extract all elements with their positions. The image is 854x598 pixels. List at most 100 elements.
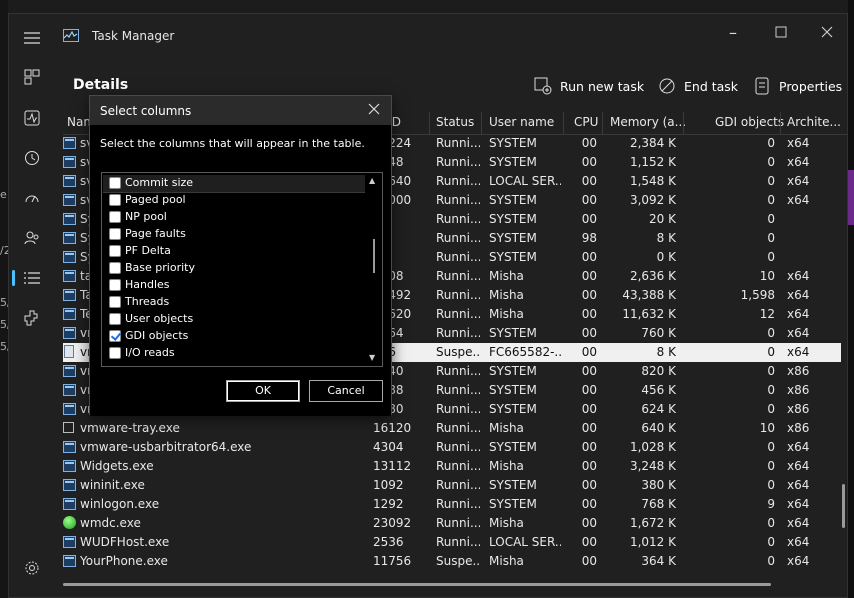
cell-memory: 1,548 K [629, 174, 676, 188]
column-option-checkbox[interactable] [109, 330, 121, 342]
cell-user-name: SYSTEM [489, 497, 537, 511]
cell-status: Runni... [436, 193, 480, 207]
columns-list-scrollbar[interactable]: ▲ ▼ [365, 173, 382, 366]
nav-app-history[interactable] [15, 143, 49, 173]
column-option-checkbox[interactable] [109, 211, 121, 223]
dialog-body: Select the columns that will appear in t… [90, 125, 391, 416]
column-option[interactable]: I/O reads [103, 345, 365, 362]
column-option[interactable]: Threads [103, 294, 365, 311]
cell-user-name: SYSTEM [489, 326, 537, 340]
nav-processes[interactable] [15, 62, 49, 92]
cancel-button[interactable]: Cancel [308, 379, 384, 403]
cell-memory: 2,636 K [629, 269, 676, 283]
column-option[interactable]: Handles [103, 277, 365, 294]
table-row[interactable]: WUDFHost.exe 2536 Runni... LOCAL SER... 00 1,… [63, 533, 841, 552]
process-icon [63, 479, 76, 491]
cell-status: Runni... [436, 421, 480, 435]
table-row[interactable]: winlogon.exe 1292 Runni... SYSTEM 00 768 K 9 x6… [63, 495, 841, 514]
column-option-checkbox[interactable] [109, 228, 121, 240]
cell-user-name: Misha [489, 307, 524, 321]
cell-cpu: 00 [581, 402, 597, 416]
document-icon [64, 345, 74, 358]
cell-user-name: Misha [489, 516, 524, 530]
cell-status: Suspe... [436, 554, 480, 568]
properties-button[interactable]: Properties [753, 74, 842, 98]
cell-gdi-objects: 0 [767, 478, 775, 492]
scroll-down-arrow-icon[interactable]: ▼ [369, 353, 375, 362]
nav-startup-apps[interactable] [15, 183, 49, 213]
end-task-label: End task [684, 78, 739, 94]
columns-list[interactable]: Commit size Paged pool NP pool Page faults P… [101, 172, 383, 367]
table-row[interactable]: Widgets.exe 13112 Runni... Misha 00 3,248 K 0x… [63, 457, 841, 476]
nav-services[interactable] [15, 303, 49, 333]
column-header-gdi-objects[interactable]: GDI objects [715, 115, 784, 129]
cell-memory: 380 K [641, 478, 676, 492]
column-header-memory[interactable]: Memory (a... [610, 115, 686, 129]
column-header-status[interactable]: Status [436, 115, 474, 129]
cell-user-name: Misha [489, 459, 524, 473]
table-row[interactable]: vmware-usbarbitrator64.exe 4304 Runni... SY… [63, 438, 841, 457]
cell-name: vmware-tray.exe [80, 421, 180, 435]
services-icon [24, 310, 38, 326]
cell-status: Runni... [436, 478, 480, 492]
column-option-checkbox[interactable] [109, 296, 121, 308]
column-option-label: NP pool [125, 210, 167, 223]
column-option-checkbox[interactable] [109, 245, 121, 257]
column-option[interactable]: Paged pool [103, 192, 365, 209]
column-option-checkbox[interactable] [109, 177, 121, 189]
dialog-close-button[interactable] [365, 100, 383, 118]
column-header-architecture[interactable]: Archite... [787, 115, 841, 129]
cell-name: WUDFHost.exe [80, 535, 170, 549]
nav-details[interactable] [15, 263, 49, 293]
column-option[interactable]: User objects [103, 311, 365, 328]
column-option[interactable]: Page faults [103, 226, 365, 243]
column-option-checkbox[interactable] [109, 262, 121, 274]
cell-status: Runni... [436, 535, 480, 549]
users-icon [24, 231, 39, 245]
column-option[interactable]: PF Delta [103, 243, 365, 260]
columns-list-scroll-thumb[interactable] [373, 239, 375, 273]
cell-memory: 8 K [656, 231, 676, 245]
cell-gdi-objects: 0 [767, 326, 775, 340]
cell-memory: 364 K [641, 554, 676, 568]
process-window-icon [63, 422, 74, 433]
cell-user-name: SYSTEM [489, 250, 537, 264]
table-row[interactable]: YourPhone.exe 11756 Suspe... Misha 00 364 K 0x… [63, 552, 841, 571]
nav-users[interactable] [15, 223, 49, 253]
table-row[interactable]: wininit.exe 1092 Runni... SYSTEM 00 380 K 0 x64 [63, 476, 841, 495]
column-option-checkbox[interactable] [109, 279, 121, 291]
column-header-user-name[interactable]: User name [489, 115, 554, 129]
table-row[interactable]: vmware-tray.exe 16120 Runni... Misha 00 640 K… [63, 419, 841, 438]
process-icon [63, 270, 76, 282]
column-option-checkbox[interactable] [109, 347, 121, 359]
minimize-button[interactable]: – [713, 20, 753, 46]
maximize-button[interactable] [761, 20, 801, 46]
column-option[interactable]: NP pool [103, 209, 365, 226]
cell-architecture: x64 [787, 288, 810, 302]
end-task-button[interactable]: End task [658, 74, 738, 98]
scroll-up-arrow-icon[interactable]: ▲ [369, 176, 375, 185]
run-new-task-button[interactable]: Run new task [534, 74, 644, 98]
cell-user-name: FC665582-... [489, 345, 561, 359]
cell-gdi-objects: 0 [767, 231, 775, 245]
ok-button[interactable]: OK [225, 379, 301, 403]
hamburger-menu-button[interactable] [15, 23, 49, 53]
horizontal-scrollbar[interactable] [63, 583, 771, 586]
cell-user-name: LOCAL SER... [489, 535, 561, 549]
cell-status: Runni... [436, 155, 480, 169]
column-option-checkbox[interactable] [109, 313, 121, 325]
column-option[interactable]: Commit size [103, 175, 365, 193]
nav-performance[interactable] [15, 103, 49, 133]
cell-memory: 1,012 K [629, 535, 676, 549]
column-separator [780, 112, 781, 134]
column-option[interactable]: Base priority [103, 260, 365, 277]
column-option-checkbox[interactable] [109, 194, 121, 206]
vertical-scrollbar[interactable] [842, 484, 845, 528]
process-icon [63, 194, 76, 206]
table-row[interactable]: wmdc.exe 23092 Runni... Misha 00 1,672 K 0 x64 [63, 514, 841, 533]
close-window-button[interactable] [807, 20, 847, 46]
column-header-cpu[interactable]: CPU [574, 115, 598, 129]
column-option[interactable]: GDI objects [103, 328, 365, 345]
nav-settings[interactable] [15, 553, 49, 583]
cell-architecture: x64 [787, 440, 810, 454]
